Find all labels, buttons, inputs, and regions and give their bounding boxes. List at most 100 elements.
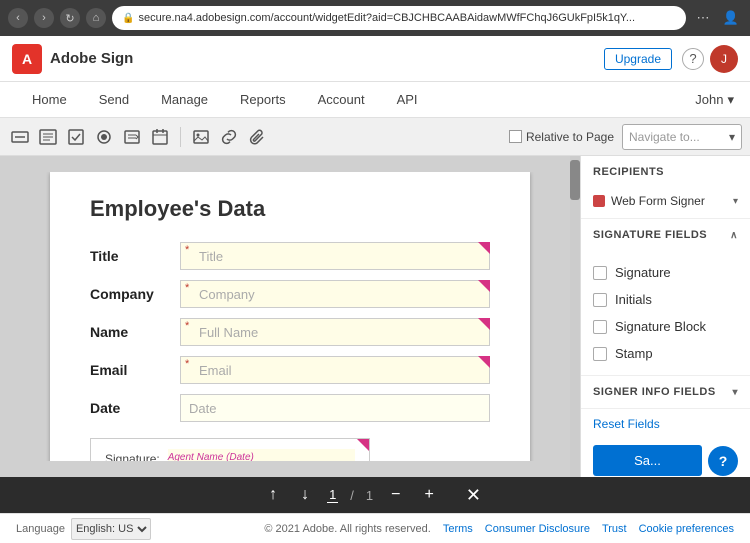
app-name: Adobe Sign [50,50,604,67]
sig-fields-header[interactable]: Signature Fields ∧ [581,219,750,251]
zoom-in-button[interactable]: + [419,482,440,508]
home-button[interactable]: ⌂ [86,8,106,28]
sig-corner [357,439,369,451]
back-button[interactable]: ‹ [8,8,28,28]
address-bar[interactable]: 🔒 secure.na4.adobesign.com/account/widge… [112,6,686,30]
nav-user-name: John [695,92,723,107]
relative-checkbox [509,130,522,143]
zoom-out-button[interactable]: − [385,482,406,508]
footer-link-trust[interactable]: Trust [602,523,627,535]
recipient-row[interactable]: Web Form Signer ▾ [581,188,750,218]
sig-field-dot-initials [593,293,607,307]
field-input-company[interactable]: * Company [180,280,490,308]
bottom-bar: ↑ ↓ 1 / 1 − + ✕ [0,477,750,513]
field-name[interactable]: * Full Name [180,318,490,346]
toolbar-icon-4[interactable] [92,125,116,149]
recipients-title: RECIPIENTS [593,166,664,178]
sig-name-text: Agent Name (Date) [168,452,254,461]
nav-bar: Home Send Manage Reports Account API Joh… [0,82,750,118]
footer-link-consumer[interactable]: Consumer Disclosure [485,523,590,535]
sig-field-signature[interactable]: Signature [581,259,750,286]
help-button[interactable]: ? [682,48,704,70]
field-corner-name [478,318,490,330]
footer-link-cookies[interactable]: Cookie preferences [639,523,734,535]
required-star-company: * [185,282,189,294]
field-title[interactable]: * Title [180,242,490,270]
adobe-logo: A [12,44,42,74]
doc-page: Employee's Data Title * Title Company [50,172,530,461]
navigate-chevron: ▾ [729,130,735,144]
browser-chrome: ‹ › ↻ ⌂ 🔒 secure.na4.adobesign.com/accou… [0,0,750,36]
form-row-name: Name * Full Name [90,318,490,346]
footer-right: © 2021 Adobe. All rights reserved. Terms… [264,523,734,535]
reset-fields-link[interactable]: Reset Fields [581,409,750,439]
recipient-chevron[interactable]: ▾ [733,196,738,207]
signature-fields-section: Signature Fields ∧ Signature Initials Si… [581,219,750,376]
language-label: Language [16,523,65,535]
toolbar-icon-1[interactable] [8,125,32,149]
nav-user-chevron: ▾ [727,92,734,108]
recipient-name: Web Form Signer [611,194,727,208]
toolbar-icon-7[interactable] [189,125,213,149]
signer-info-chevron: ▾ [732,387,738,398]
nav-send[interactable]: Send [83,82,145,118]
forward-button[interactable]: › [34,8,54,28]
sig-field-label-initials: Initials [615,292,652,307]
nav-home[interactable]: Home [16,82,83,118]
upgrade-button[interactable]: Upgrade [604,48,672,70]
field-placeholder-email: Email [199,363,232,378]
toolbar-icon-9[interactable] [245,125,269,149]
profile-button[interactable]: 👤 [720,7,742,29]
nav-account[interactable]: Account [302,82,381,118]
page-current: 1 [327,487,338,503]
sig-field-block[interactable]: Signature Block [581,313,750,340]
page-up-button[interactable]: ↑ [263,482,283,508]
signer-info-header[interactable]: Signer Info Fields ▾ [581,376,750,408]
field-label-email: Email [90,362,180,378]
navigate-dropdown[interactable]: Navigate to... ▾ [622,124,742,150]
toolbar-icon-2[interactable] [36,125,60,149]
sig-field-label-signature: Signature [615,265,671,280]
field-email[interactable]: * Email [180,356,490,384]
save-button[interactable]: Sa... [593,445,702,476]
nav-api[interactable]: API [381,82,434,118]
close-button[interactable]: ✕ [460,481,487,510]
toolbar-icon-3[interactable] [64,125,88,149]
sig-label-text: Signature: [105,452,160,461]
field-company[interactable]: * Company [180,280,490,308]
doc-scroll: Employee's Data Title * Title Company [16,172,564,461]
field-label-name: Name [90,324,180,340]
sig-field-stamp[interactable]: Stamp [581,340,750,367]
field-date[interactable]: Date [180,394,490,422]
nav-manage[interactable]: Manage [145,82,224,118]
extensions-button[interactable]: ⋯ [692,7,714,29]
recipients-header[interactable]: RECIPIENTS [581,156,750,188]
field-corner-company [478,280,490,292]
toolbar-icon-5[interactable] [120,125,144,149]
url-text: secure.na4.adobesign.com/account/widgetE… [138,12,676,24]
field-corner-email [478,356,490,368]
sig-field-dot-block [593,320,607,334]
toolbar-icon-6[interactable] [148,125,172,149]
refresh-button[interactable]: ↻ [60,8,80,28]
page-down-button[interactable]: ↓ [295,482,315,508]
user-avatar[interactable]: J [710,45,738,73]
required-star-title: * [185,244,189,256]
field-input-date[interactable]: Date [180,394,490,422]
field-input-email[interactable]: * Email [180,356,490,384]
field-input-title[interactable]: * Title [180,242,490,270]
help-circle-button[interactable]: ? [708,446,738,476]
nav-user[interactable]: John ▾ [695,92,734,108]
footer-link-terms[interactable]: Terms [443,523,473,535]
sig-field-initials[interactable]: Initials [581,286,750,313]
language-select[interactable]: English: US [71,518,151,540]
field-label-company: Company [90,286,180,302]
sig-fields-list: Signature Initials Signature Block Stamp [581,251,750,375]
field-input-name[interactable]: * Full Name [180,318,490,346]
toolbar-icon-8[interactable] [217,125,241,149]
sig-field-input[interactable]: Agent Name (Date) [168,449,355,461]
signature-block[interactable]: Signature: Agent Name (Date) Email: [90,438,370,461]
relative-to-page-button[interactable]: Relative to Page [509,130,614,144]
nav-reports[interactable]: Reports [224,82,302,118]
signer-info-section: Signer Info Fields ▾ [581,376,750,409]
